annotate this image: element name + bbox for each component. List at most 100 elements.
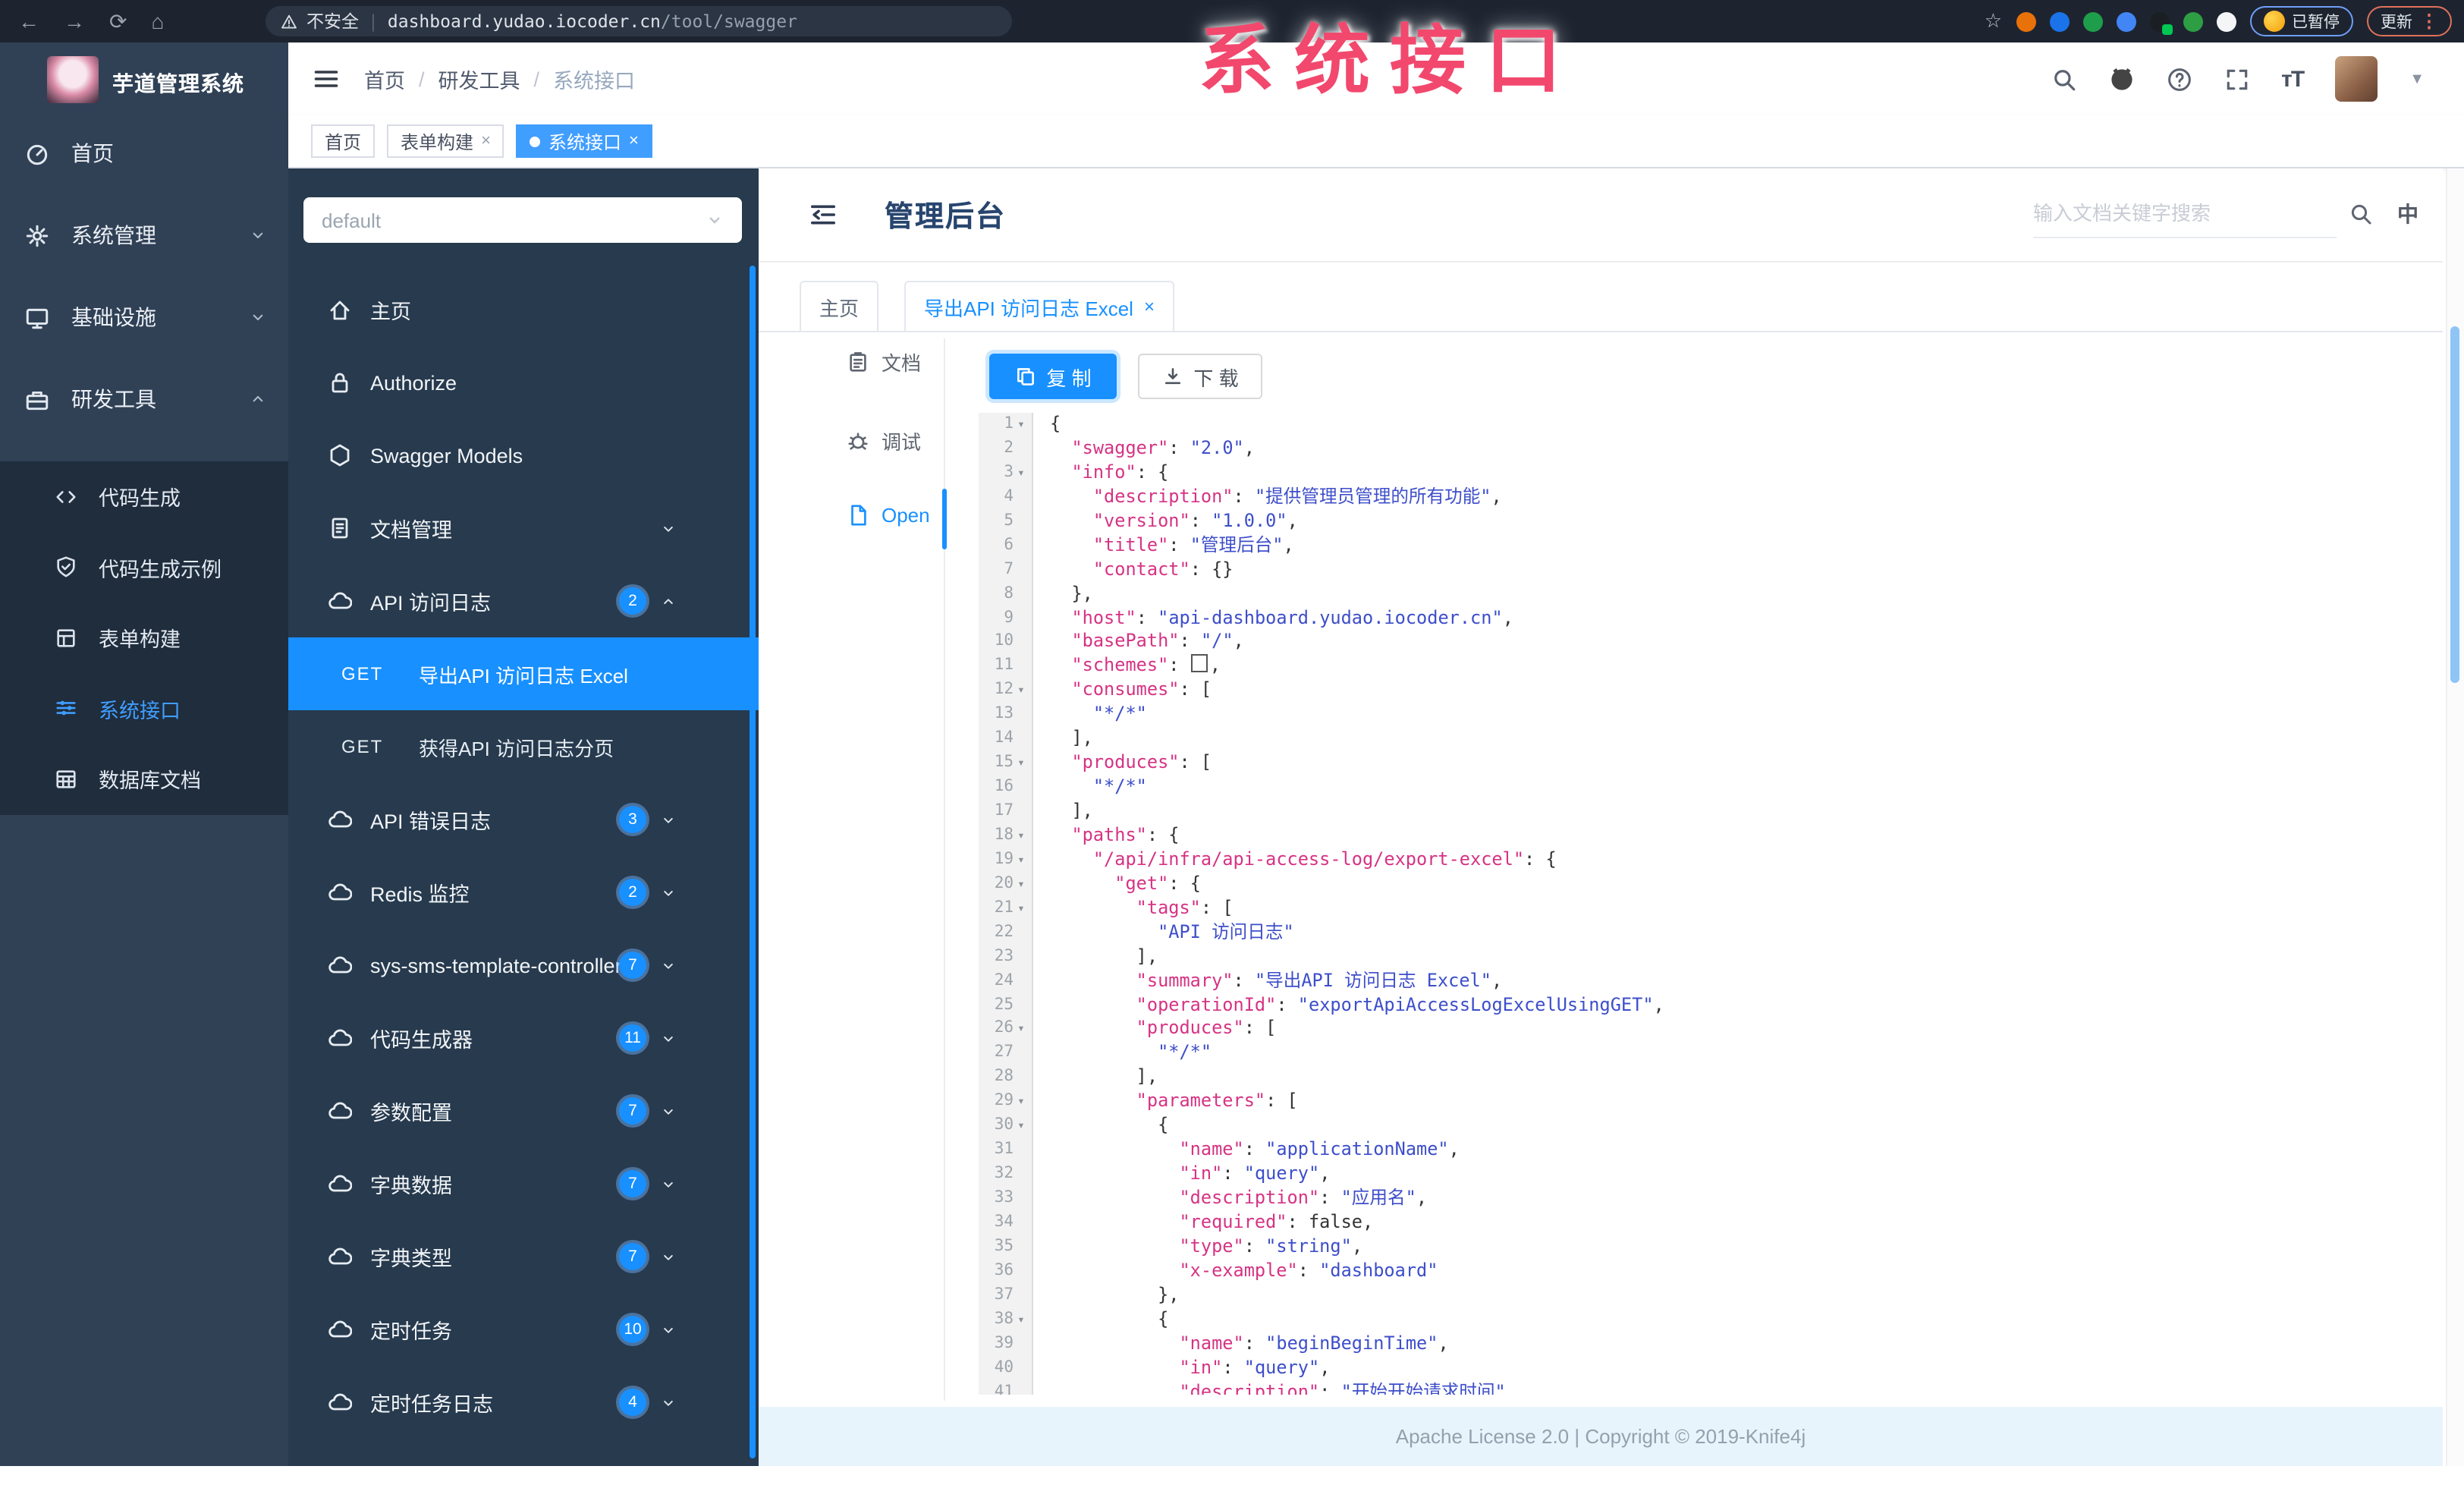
menu-fold-icon[interactable]	[809, 200, 838, 229]
ext-orange[interactable]	[2016, 11, 2035, 31]
font-size-icon[interactable]: тT	[2281, 66, 2305, 92]
api-menu-定时任务[interactable]: 定时任务 10	[288, 1293, 759, 1366]
line-gutter[interactable]: 7	[979, 558, 1033, 583]
api-menu-API 访问日志[interactable]: API 访问日志 2	[288, 565, 759, 637]
line-gutter[interactable]: 23	[979, 945, 1033, 970]
language-icon[interactable]: 中	[2397, 199, 2418, 229]
api-menu-定时任务日志[interactable]: 定时任务日志 4	[288, 1366, 759, 1439]
line-gutter[interactable]: 10	[979, 630, 1033, 655]
copy-button[interactable]: 复 制	[989, 354, 1117, 399]
line-gutter[interactable]: 9	[979, 606, 1033, 631]
user-avatar[interactable]	[2335, 56, 2378, 102]
fold-icon[interactable]: ▾	[1014, 751, 1029, 776]
api-menu-主页[interactable]: 主页	[288, 273, 759, 346]
fold-icon[interactable]: ▾	[1014, 1307, 1029, 1332]
line-gutter[interactable]: 8	[979, 582, 1033, 606]
ext-green-leaf[interactable]	[2183, 11, 2202, 31]
line-gutter[interactable]: 17	[979, 800, 1033, 824]
line-gutter[interactable]: 22	[979, 920, 1033, 945]
forward-button[interactable]: →	[64, 9, 85, 33]
home-button[interactable]: ⌂	[151, 9, 164, 33]
line-gutter[interactable]: 38 ▾	[979, 1307, 1033, 1332]
fold-icon[interactable]: ▾	[1014, 1114, 1029, 1138]
bookmark-star-icon[interactable]: ☆	[1985, 9, 2002, 33]
api-menu-文档管理[interactable]: 文档管理	[288, 492, 759, 565]
fold-icon[interactable]: ▾	[1014, 1018, 1029, 1042]
line-gutter[interactable]: 24	[979, 969, 1033, 993]
sidebar-subitem-表单构建[interactable]: 表单构建	[0, 602, 288, 673]
sidebar-toggle-icon[interactable]	[313, 65, 340, 93]
line-gutter[interactable]: 26 ▾	[979, 1017, 1033, 1042]
line-gutter[interactable]: 16	[979, 776, 1033, 800]
line-gutter[interactable]: 31	[979, 1138, 1033, 1163]
breadcrumb-item[interactable]: 研发工具	[438, 64, 520, 94]
api-menu-字典数据[interactable]: 字典数据 7	[288, 1147, 759, 1220]
page-scrollbar-thumb[interactable]	[2450, 326, 2459, 683]
fold-icon[interactable]: ▾	[1014, 461, 1029, 486]
api-group-select[interactable]: default	[303, 197, 742, 243]
line-gutter[interactable]: 6	[979, 533, 1033, 558]
fold-icon[interactable]: ▾	[1014, 824, 1029, 848]
line-gutter[interactable]: 2	[979, 436, 1033, 461]
fold-icon[interactable]: ▾	[1014, 897, 1029, 921]
fold-icon[interactable]: ▾	[1014, 848, 1029, 873]
tag-系统接口[interactable]: 系统接口 ×	[516, 124, 652, 158]
ext-blue-drop[interactable]	[2049, 11, 2069, 31]
sidebar-item-研发工具[interactable]: 研发工具	[0, 358, 288, 440]
tag-close-icon[interactable]: ×	[629, 132, 639, 150]
line-gutter[interactable]: 35	[979, 1235, 1033, 1260]
doc-tab-主页[interactable]: 主页	[800, 281, 879, 331]
sidebar-item-系统管理[interactable]: 系统管理	[0, 194, 288, 276]
line-gutter[interactable]: 25	[979, 993, 1033, 1018]
help-icon[interactable]	[2166, 66, 2192, 92]
avatar-caret-icon[interactable]: ▼	[2409, 71, 2425, 87]
api-menu-sys-sms-template-controller[interactable]: sys-sms-template-controller 7	[288, 929, 759, 1002]
sidebar-subitem-系统接口[interactable]: 系统接口	[0, 673, 288, 744]
back-button[interactable]: ←	[18, 9, 39, 33]
tag-首页[interactable]: 首页	[311, 124, 376, 158]
doc-search-icon[interactable]	[2349, 202, 2373, 226]
breadcrumb-item[interactable]: 首页	[364, 64, 405, 94]
line-gutter[interactable]: 11	[979, 654, 1033, 679]
line-gutter[interactable]: 18 ▾	[979, 823, 1033, 848]
breadcrumb-item[interactable]: 系统接口	[553, 64, 635, 94]
line-gutter[interactable]: 39	[979, 1332, 1033, 1357]
doc-nav-文档[interactable]: 文档	[847, 348, 921, 376]
line-gutter[interactable]: 15 ▾	[979, 751, 1033, 776]
api-endpoint-获得API 访问日志分页[interactable]: GET 获得API 访问日志分页	[288, 710, 759, 783]
api-menu-API 错误日志[interactable]: API 错误日志 3	[288, 783, 759, 856]
update-pill[interactable]: 更新 ⋮	[2367, 6, 2452, 36]
line-gutter[interactable]: 32	[979, 1163, 1033, 1187]
line-gutter[interactable]: 40	[979, 1356, 1033, 1380]
sidebar-item-首页[interactable]: 首页	[0, 112, 288, 194]
line-gutter[interactable]: 19 ▾	[979, 848, 1033, 873]
fullscreen-icon[interactable]	[2224, 66, 2249, 92]
ext-white-star[interactable]	[2216, 11, 2236, 31]
doc-tab-导出API 访问日志 Excel[interactable]: 导出API 访问日志 Excel ×	[904, 281, 1174, 331]
line-gutter[interactable]: 21 ▾	[979, 896, 1033, 921]
line-gutter[interactable]: 20 ▾	[979, 872, 1033, 897]
sidebar-subitem-代码生成示例[interactable]: 代码生成示例	[0, 532, 288, 602]
fold-icon[interactable]: ▾	[1014, 413, 1029, 437]
line-gutter[interactable]: 33	[979, 1187, 1033, 1211]
line-gutter[interactable]: 41	[979, 1380, 1033, 1395]
line-gutter[interactable]: 30 ▾	[979, 1114, 1033, 1139]
api-menu-Authorize[interactable]: Authorize	[288, 346, 759, 419]
fold-icon[interactable]: ▾	[1014, 679, 1029, 703]
line-gutter[interactable]: 4	[979, 485, 1033, 510]
api-menu-Swagger Models[interactable]: Swagger Models	[288, 419, 759, 492]
tag-close-icon[interactable]: ×	[481, 132, 491, 150]
ext-github[interactable]	[2149, 11, 2172, 34]
line-gutter[interactable]: 37	[979, 1283, 1033, 1308]
line-gutter[interactable]: 5	[979, 509, 1033, 534]
line-gutter[interactable]: 14	[979, 727, 1033, 752]
address-bar[interactable]: 不安全 | dashboard.yudao.iocoder.cn/tool/sw…	[266, 6, 1012, 36]
doc-nav-Open[interactable]: Open	[847, 504, 930, 527]
ext-green-check[interactable]	[2082, 11, 2102, 31]
api-menu-岗位[interactable]: 岗位	[288, 1439, 759, 1466]
sidebar-subitem-代码生成[interactable]: 代码生成	[0, 461, 288, 532]
sidebar-subitem-数据库文档[interactable]: 数据库文档	[0, 744, 288, 814]
line-gutter[interactable]: 3 ▾	[979, 461, 1033, 486]
reload-button[interactable]: ⟳	[109, 8, 127, 34]
doc-search-input[interactable]: 输入文档关键字搜索	[2033, 190, 2337, 238]
